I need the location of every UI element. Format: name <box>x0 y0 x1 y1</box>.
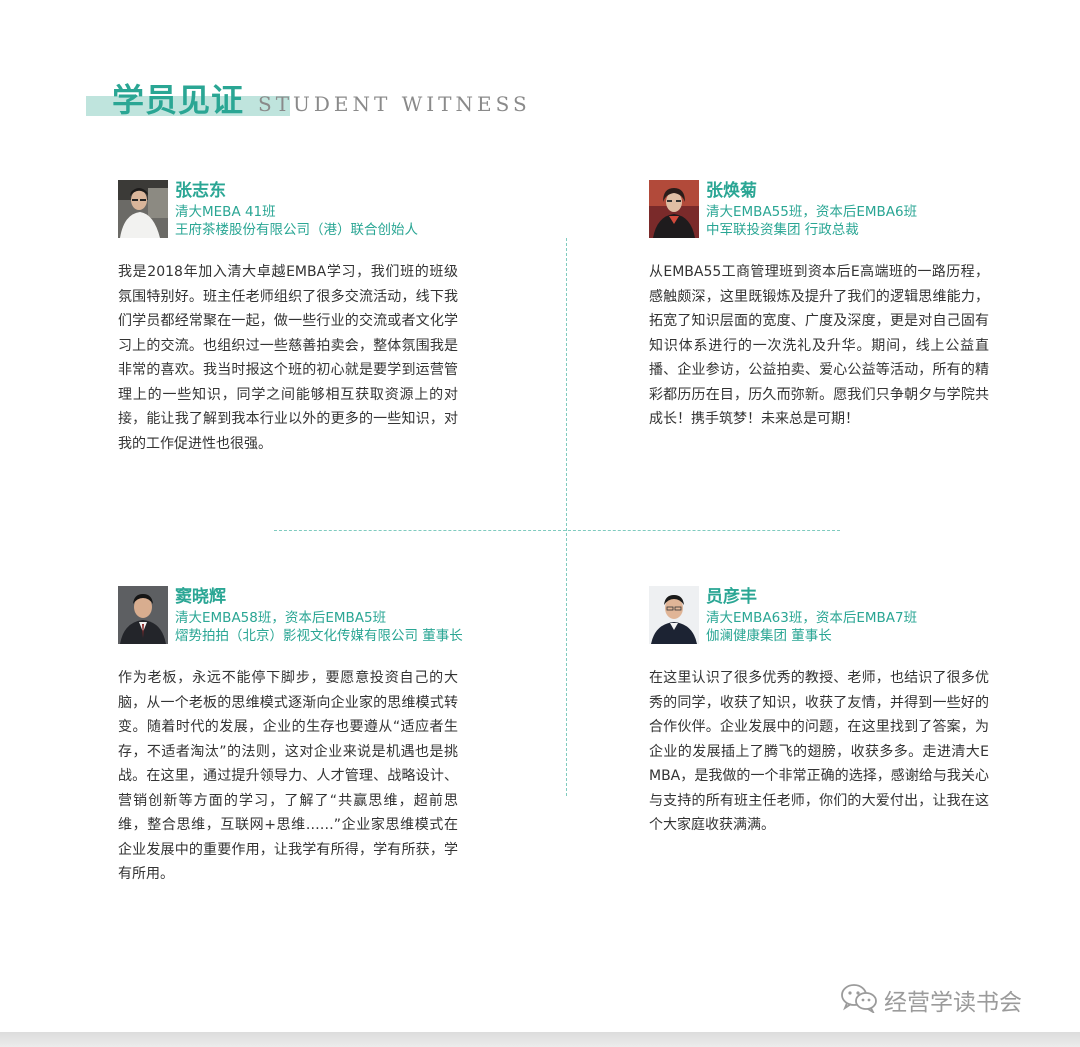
testimonial-card: 窦晓辉 清大EMBA58班，资本后EMBA5班 熠势拍拍（北京）影视文化传媒有限… <box>118 586 463 887</box>
student-class: 清大MEBA 41班 <box>175 204 276 220</box>
horizontal-divider <box>274 530 840 531</box>
brochure-page: 学员见证 STUDENT WITNESS 张志东 清大MEBA 41班 王府茶楼… <box>0 0 1080 1032</box>
avatar <box>118 180 168 238</box>
testimonial-header: 员彦丰 清大EMBA63班，资本后EMBA7班 伽澜健康集团 董事长 <box>649 586 989 652</box>
testimonial-text: 作为老板，永远不能停下脚步，要愿意投资自己的大脑，从一个老板的思维模式逐渐向企业… <box>118 670 458 882</box>
avatar <box>649 586 699 644</box>
student-title: 熠势拍拍（北京）影视文化传媒有限公司 董事长 <box>175 628 463 644</box>
student-title: 王府茶楼股份有限公司（港）联合创始人 <box>175 222 418 238</box>
student-title: 伽澜健康集团 董事长 <box>706 628 832 644</box>
testimonial-card: 员彦丰 清大EMBA63班，资本后EMBA7班 伽澜健康集团 董事长 在这里认识… <box>649 586 989 838</box>
student-name: 张志东 <box>175 181 226 201</box>
page-title: 学员见证 <box>112 81 245 119</box>
testimonial-text: 我是2018年加入清大卓越EMBA学习，我们班的班级氛围特别好。班主任老师组织了… <box>118 264 458 452</box>
testimonial-header: 张志东 清大MEBA 41班 王府茶楼股份有限公司（港）联合创始人 <box>118 180 458 246</box>
page-edge <box>0 1032 1080 1047</box>
student-class: 清大EMBA55班，资本后EMBA6班 <box>706 204 918 220</box>
wechat-icon <box>840 983 878 1017</box>
student-class: 清大EMBA58班，资本后EMBA5班 <box>175 610 387 626</box>
testimonial-header: 张焕菊 清大EMBA55班，资本后EMBA6班 中军联投资集团 行政总裁 <box>649 180 989 246</box>
vertical-divider <box>566 238 567 796</box>
student-class: 清大EMBA63班，资本后EMBA7班 <box>706 610 918 626</box>
watermark-text: 经营学读书会 <box>884 990 1022 1016</box>
student-name: 窦晓辉 <box>175 587 226 607</box>
testimonial-header: 窦晓辉 清大EMBA58班，资本后EMBA5班 熠势拍拍（北京）影视文化传媒有限… <box>118 586 463 652</box>
testimonial-card: 张志东 清大MEBA 41班 王府茶楼股份有限公司（港）联合创始人 我是2018… <box>118 180 458 456</box>
student-title: 中军联投资集团 行政总裁 <box>706 222 859 238</box>
testimonial-text: 在这里认识了很多优秀的教授、老师，也结识了很多优秀的同学，收获了知识，收获了友情… <box>649 670 989 833</box>
page-subtitle: STUDENT WITNESS <box>258 92 531 116</box>
avatar <box>649 180 699 238</box>
testimonial-card: 张焕菊 清大EMBA55班，资本后EMBA6班 中军联投资集团 行政总裁 从EM… <box>649 180 989 432</box>
testimonial-text: 从EMBA55工商管理班到资本后E高端班的一路历程，感触颇深，这里既锻炼及提升了… <box>649 264 989 427</box>
student-name: 张焕菊 <box>706 181 757 201</box>
avatar <box>118 586 168 644</box>
watermark: 经营学读书会 <box>840 982 1022 1018</box>
student-name: 员彦丰 <box>706 587 757 607</box>
